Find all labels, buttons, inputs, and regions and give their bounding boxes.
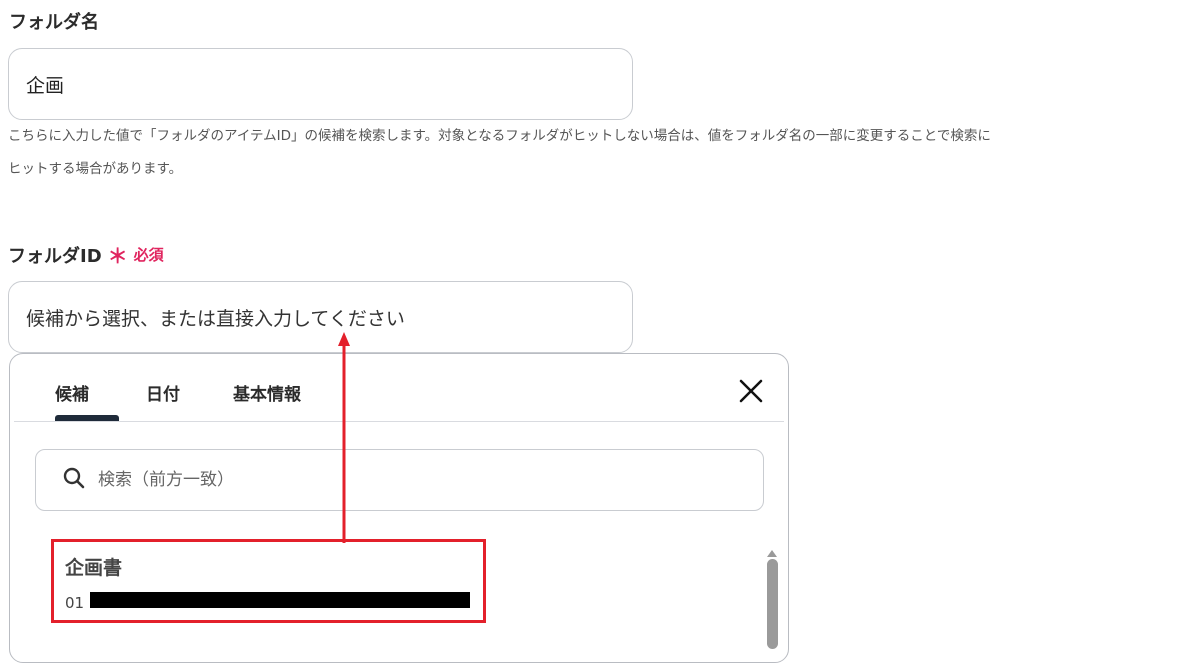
folder-name-help-line1: こちらに入力した値で「フォルダのアイテムID」の候補を検索します。対象となるフォ… [8, 128, 991, 144]
popup-search-box[interactable] [35, 449, 764, 511]
tab-divider [14, 421, 784, 422]
close-icon[interactable] [736, 376, 766, 406]
required-badge: 必須 [133, 246, 164, 264]
folder-name-help-line2: ヒットする場合があります。 [8, 161, 183, 177]
folder-name-value: 企画 [26, 74, 65, 97]
folder-id-placeholder: 候補から選択、または直接入力してください [26, 307, 405, 330]
tab-candidates[interactable]: 候補 [55, 380, 89, 405]
highlight-annotation [51, 539, 486, 623]
folder-name-input[interactable]: 企画 [8, 48, 633, 120]
folder-id-label-row: フォルダID ＊ 必須 [8, 240, 164, 269]
required-star-icon: ＊ [107, 244, 128, 268]
arrow-annotation [338, 332, 350, 543]
tab-basic-info[interactable]: 基本情報 [233, 380, 301, 405]
folder-name-label: フォルダ名 [9, 12, 99, 33]
folder-id-input[interactable]: 候補から選択、または直接入力してください [8, 281, 633, 353]
search-icon [62, 466, 86, 494]
popup-search-input[interactable] [96, 469, 700, 491]
folder-id-label: フォルダID [8, 245, 102, 267]
tab-date[interactable]: 日付 [146, 380, 180, 405]
scrollbar-thumb[interactable] [767, 559, 778, 649]
